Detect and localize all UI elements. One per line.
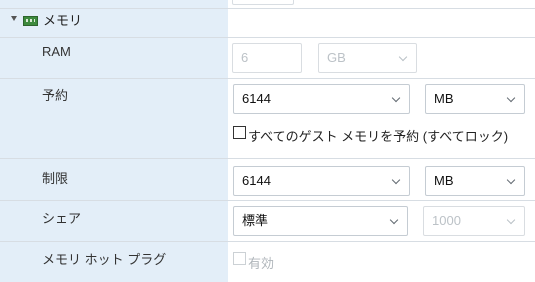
reservation-label: 予約 [42,88,69,103]
hot-plug-label: メモリ ホット プラグ [42,252,167,267]
ram-size-input: 6 [232,43,302,73]
reserve-all-memory-label: すべてのゲスト メモリを予約 (すべてロック) [248,129,509,144]
limit-unit-select[interactable]: MB [425,166,525,196]
reserve-all-memory-checkbox[interactable] [233,126,246,139]
limit-label: 制限 [42,171,69,186]
memory-hot-plug-checkbox [233,252,246,265]
memory-hot-plug-enable-label: 有効 [248,256,275,271]
ram-unit-select: GB [318,43,417,73]
limit-value-select[interactable]: 6144 [233,166,410,196]
limit-row: 制限 6144 MB [0,158,535,200]
memory-section-header[interactable]: メモリ [0,0,535,37]
shares-label: シェア [42,211,82,226]
memory-icon [23,16,38,26]
chevron-down-icon[interactable] [11,16,17,21]
shares-amount-select: 1000 [423,206,525,236]
ram-label: RAM [42,44,71,59]
shares-row: シェア 標準 1000 [0,200,535,241]
memory-section-title: メモリ [43,13,83,28]
hot-plug-row: メモリ ホット プラグ 有効 [0,241,535,282]
reservation-row: 予約 6144 MB すべてのゲスト メモリを予約 (すべてロック) [0,78,535,158]
ram-row: RAM 6 GB [0,37,535,78]
shares-level-select[interactable]: 標準 [233,206,408,236]
reservation-unit-select[interactable]: MB [425,84,525,114]
reservation-value-select[interactable]: 6144 [233,84,410,114]
